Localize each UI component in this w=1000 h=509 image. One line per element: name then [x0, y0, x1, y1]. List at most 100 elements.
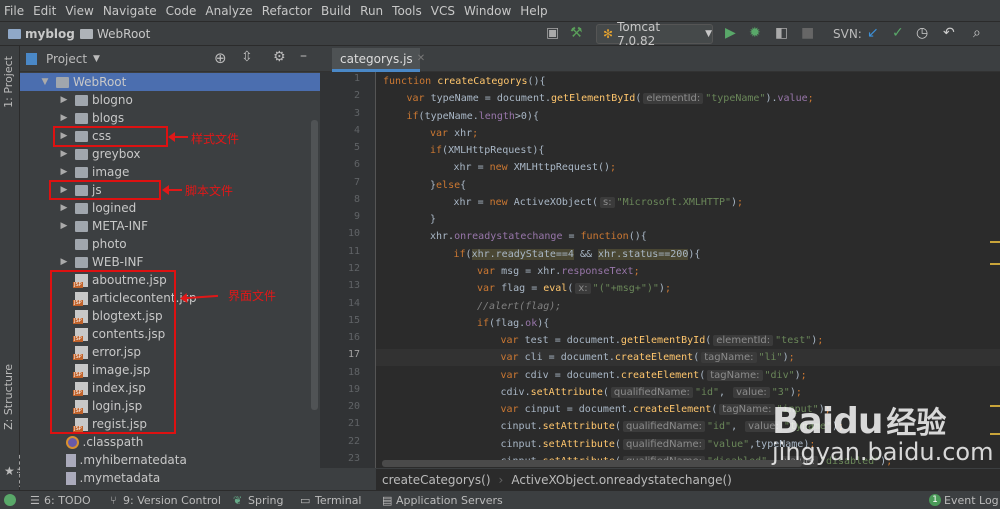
svn-commit-icon[interactable]: ✓ — [892, 25, 904, 41]
code-text: ActiveXObject( — [513, 196, 599, 208]
string: "id" — [706, 421, 732, 433]
tool-window-spring[interactable]: Spring — [248, 494, 284, 507]
spring-leaf-icon: ❦ — [233, 493, 243, 507]
error-stripe-mark[interactable] — [990, 263, 1000, 265]
tree-item[interactable]: .classpath — [20, 433, 320, 451]
code-line: xhr = new ActiveXObject(s: "Microsoft.XML… — [376, 194, 1000, 211]
code-line: if(xhr.readyState==4 && xhr.status==200)… — [376, 246, 1000, 263]
layout-icon[interactable]: ▣ — [546, 25, 559, 41]
menu-window[interactable]: Window — [464, 4, 511, 18]
tree-item[interactable]: .mymetadata — [20, 469, 320, 487]
tree-item[interactable]: ▶ greybox — [20, 145, 320, 163]
hide-icon[interactable]: – — [300, 48, 307, 64]
breadcrumb-handler[interactable]: ActiveXObject.onreadystatechange() — [511, 473, 731, 487]
tree-item[interactable]: ▶ META-INF — [20, 217, 320, 235]
breadcrumb-folder[interactable]: WebRoot — [80, 27, 150, 41]
menu-navigate[interactable]: Navigate — [103, 4, 157, 18]
function-name: setAttribute — [530, 386, 603, 398]
history-icon[interactable]: ◷ — [916, 25, 928, 41]
code-text: ( — [711, 404, 718, 416]
line-number: 2 — [353, 90, 360, 102]
code-line: }else{ — [376, 177, 1000, 194]
code-text: } — [430, 214, 437, 226]
search-icon[interactable]: ⌕ — [973, 25, 981, 41]
tree-item[interactable]: ▼ WebRoot — [20, 73, 320, 91]
function-name: setAttribute — [542, 421, 615, 433]
run-configuration-select[interactable]: ✻ Tomcat 7.0.82 ▼ — [596, 20, 713, 48]
tree-item[interactable]: .myhibernatedata — [20, 451, 320, 469]
stop-icon[interactable]: ■ — [801, 25, 814, 41]
tool-window-terminal[interactable]: Terminal — [315, 494, 362, 507]
menu-code[interactable]: Code — [166, 4, 197, 18]
menu-file[interactable]: File — [4, 4, 24, 18]
tree-item[interactable]: ▶ WEB-INF — [20, 253, 320, 271]
tool-window-application-servers[interactable]: Application Servers — [396, 494, 503, 507]
tree-item-label: .myhibernatedata — [79, 453, 187, 467]
gear-icon[interactable]: ⚙ — [273, 49, 286, 65]
close-icon[interactable]: ✕ — [417, 53, 425, 64]
menu-edit[interactable]: Edit — [33, 4, 56, 18]
menu-refactor[interactable]: Refactor — [262, 4, 312, 18]
menu-view[interactable]: View — [65, 4, 93, 18]
line-number: 8 — [353, 193, 360, 205]
keyword: if — [453, 248, 466, 260]
project-view-select[interactable]: Project — [46, 52, 87, 66]
folder-icon — [75, 94, 88, 106]
code-text: xhr = — [453, 162, 490, 174]
code-line: var flag = eval(x: "("+msg+")"); — [376, 280, 1000, 297]
menu-analyze[interactable]: Analyze — [205, 4, 252, 18]
error-stripe-mark[interactable] — [990, 241, 1000, 243]
tree-scrollbar[interactable] — [311, 120, 318, 410]
parameter-hint: x: — [575, 283, 591, 295]
line-number: 5 — [353, 142, 360, 154]
tree-item[interactable]: ▶ blogs — [20, 109, 320, 127]
property: length — [478, 110, 515, 122]
locate-icon[interactable]: ⊕ — [214, 49, 227, 67]
tab-categorys-js[interactable]: categorys.js ✕ — [332, 48, 425, 72]
editor-horizontal-scrollbar[interactable] — [382, 460, 802, 467]
keyword: ; — [633, 265, 640, 277]
line-number: 1 — [353, 73, 360, 84]
menu-run[interactable]: Run — [360, 4, 383, 18]
parameter-hint: qualifiedName: — [610, 386, 693, 398]
tree-item[interactable]: ▶ logined — [20, 199, 320, 217]
keyword: var — [500, 404, 525, 416]
menu-tools[interactable]: Tools — [392, 4, 422, 18]
tool-window-version-control[interactable]: 9: Version Control — [123, 494, 221, 507]
breadcrumb-function[interactable]: createCategorys() — [382, 473, 491, 487]
tool-tab-structure[interactable]: Z: Structure — [2, 364, 15, 430]
code-text: { — [460, 179, 467, 191]
collapse-all-icon[interactable]: ⇳ — [241, 49, 253, 65]
run-icon[interactable]: ▶ — [725, 25, 736, 41]
debug-icon[interactable]: ✹ — [749, 25, 761, 41]
tool-window-event-log[interactable]: Event Log — [944, 494, 999, 507]
menu-bar: File Edit View Navigate Code Analyze Refactor B… — [0, 0, 1000, 21]
tree-item[interactable]: ▶ blogno — [20, 91, 320, 109]
code-text: XMLHttpRequest() — [513, 162, 611, 174]
code-text: test = document. — [524, 335, 621, 347]
code-line: var msg = xhr.responseText; — [376, 263, 1000, 280]
tree-item[interactable]: photo — [20, 235, 320, 253]
menu-vcs[interactable]: VCS — [431, 4, 455, 18]
build-hammer-icon[interactable]: ⚒ — [570, 25, 583, 41]
string: "test" — [775, 335, 812, 347]
string: "("+msg+")" — [592, 283, 659, 295]
tool-window-todo[interactable]: 6: TODO — [44, 494, 91, 507]
menu-build[interactable]: Build — [321, 4, 351, 18]
code-text: >0){ — [514, 110, 539, 122]
status-bar: ☰ 6: TODO ⑂ 9: Version Control ❦ Spring … — [0, 490, 1000, 509]
coverage-icon[interactable]: ◧ — [775, 25, 788, 41]
menu-help[interactable]: Help — [520, 4, 547, 18]
code-line: var cli = document.createElement(tagName… — [376, 349, 1000, 367]
function-name: getElementById — [551, 93, 636, 105]
breadcrumb-project[interactable]: myblog — [8, 27, 75, 41]
folder-icon — [80, 29, 93, 39]
keyword: else — [436, 179, 461, 191]
tree-item[interactable]: ▶ image — [20, 163, 320, 181]
code-line: if(flag.ok){ — [376, 315, 1000, 332]
revert-icon[interactable]: ↶ — [943, 25, 955, 41]
tool-tab-project[interactable]: 1: Project — [2, 56, 15, 108]
svn-update-icon[interactable]: ↙ — [867, 25, 879, 41]
function-name: eval — [543, 283, 568, 295]
chevron-down-icon[interactable]: ▼ — [93, 54, 100, 64]
